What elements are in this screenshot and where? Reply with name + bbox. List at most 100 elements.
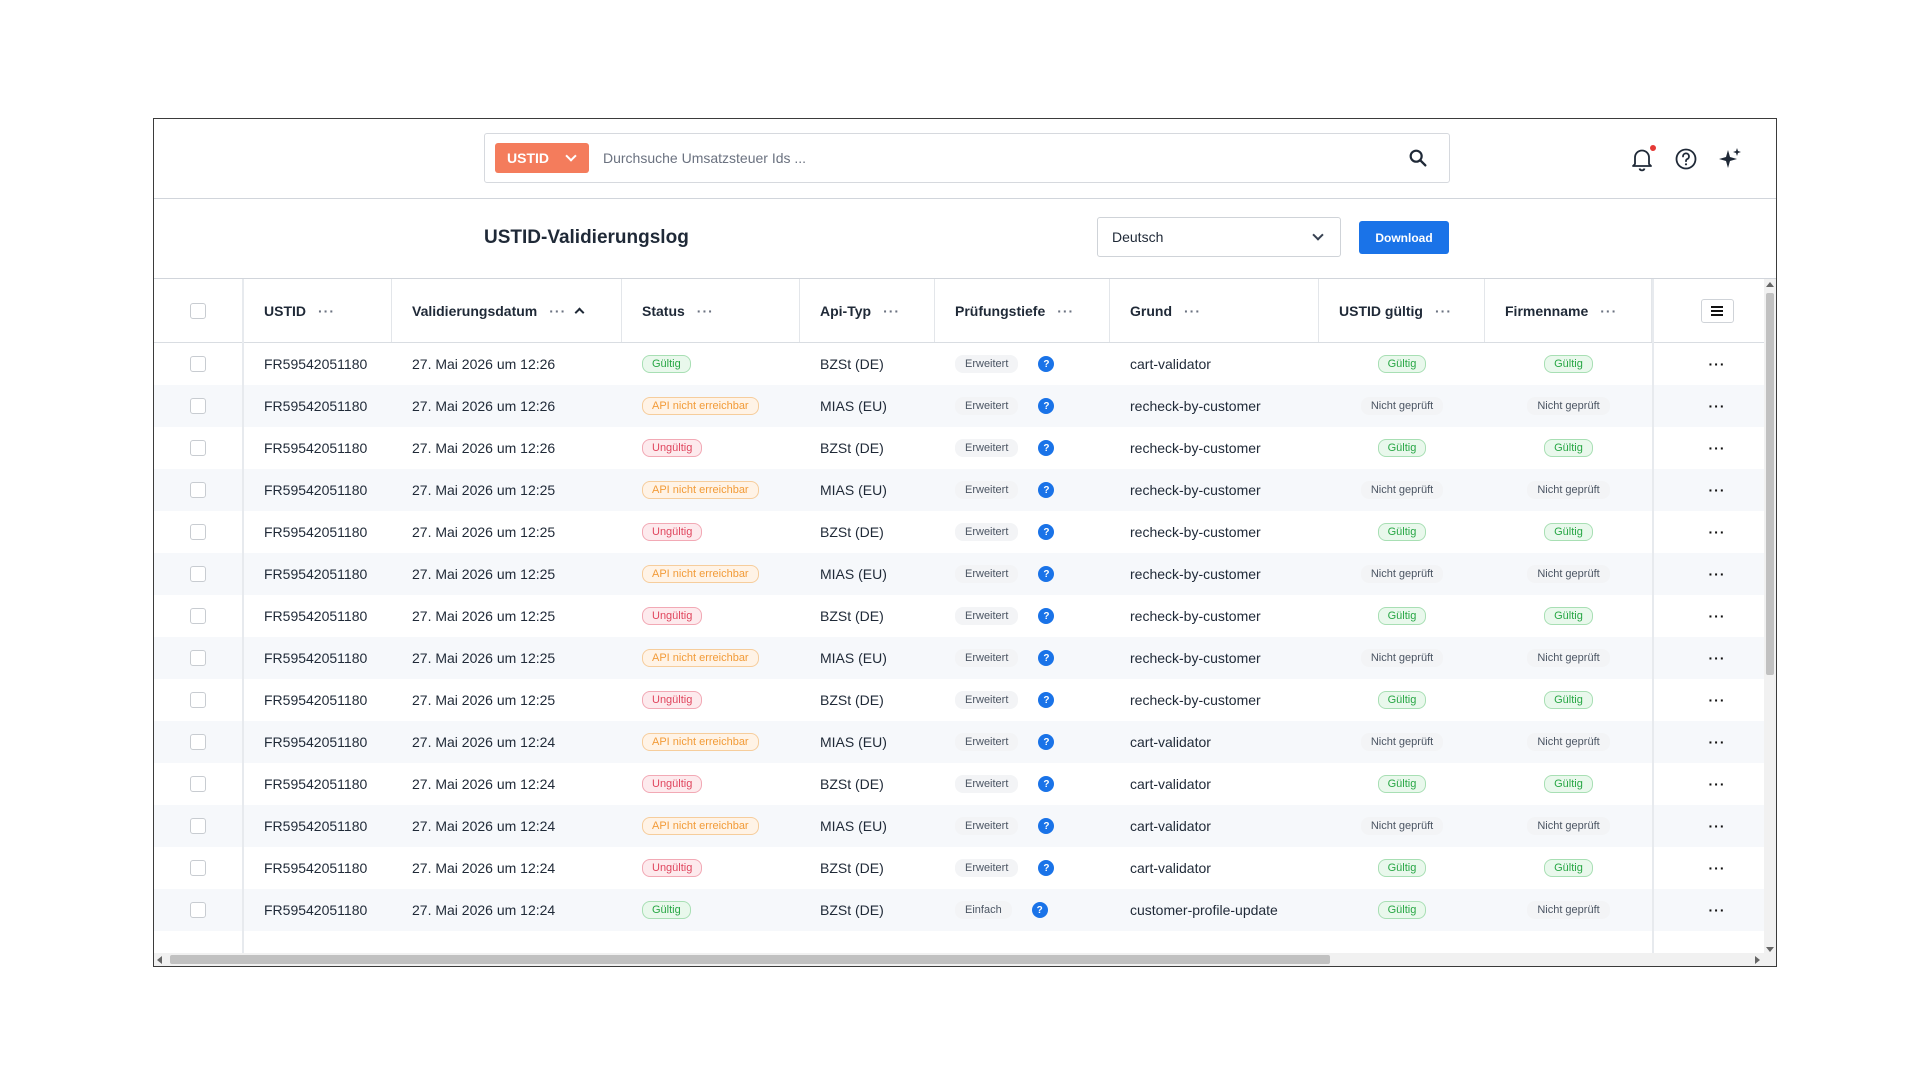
row-checkbox[interactable] <box>190 734 206 750</box>
table-row[interactable]: FR59542051180 27. Mai 2026 um 12:26 Ungült… <box>154 427 1766 469</box>
bell-icon[interactable] <box>1628 145 1656 173</box>
question-icon[interactable]: ? <box>1038 776 1055 792</box>
column-header[interactable]: USTID gültig ··· <box>1319 279 1485 342</box>
table-row[interactable]: FR59542051180 27. Mai 2026 um 12:24 Ungült… <box>154 763 1766 805</box>
horizontal-scroll-thumb[interactable] <box>170 955 1330 964</box>
more-icon[interactable]: ··· <box>1709 776 1726 792</box>
question-icon[interactable]: ? <box>1038 860 1055 876</box>
table-cell: Gültig <box>1319 889 1485 931</box>
column-header[interactable]: Firmenname ··· <box>1485 279 1652 342</box>
table-row[interactable]: FR59542051180 27. Mai 2026 um 12:26 Gültig… <box>154 343 1766 385</box>
column-menu-icon[interactable]: ··· <box>1057 303 1074 319</box>
more-icon[interactable]: ··· <box>1709 524 1726 540</box>
column-header[interactable]: Api-Typ ··· <box>800 279 935 342</box>
row-checkbox[interactable] <box>190 776 206 792</box>
table-cell: Nicht geprüft <box>1319 721 1485 763</box>
table-row[interactable]: FR59542051180 27. Mai 2026 um 12:25 Ungült… <box>154 511 1766 553</box>
row-checkbox[interactable] <box>190 692 206 708</box>
more-icon[interactable]: ··· <box>1709 692 1726 708</box>
scroll-up-icon[interactable] <box>1766 282 1774 287</box>
table-row[interactable]: FR59542051180 27. Mai 2026 um 12:24 API ni… <box>154 721 1766 763</box>
column-menu-icon[interactable]: ··· <box>549 303 566 319</box>
table-cell: MIAS (EU) <box>800 721 935 763</box>
table-row[interactable]: FR59542051180 27. Mai 2026 um 12:25 API ni… <box>154 469 1766 511</box>
column-header[interactable]: Status ··· <box>622 279 800 342</box>
row-checkbox[interactable] <box>190 566 206 582</box>
row-checkbox[interactable] <box>190 482 206 498</box>
vertical-scroll-thumb[interactable] <box>1766 293 1774 675</box>
search-type-select[interactable]: USTID <box>495 143 589 173</box>
table-row[interactable]: FR59542051180 27. Mai 2026 um 12:24 Gültig… <box>154 889 1766 931</box>
download-button[interactable]: Download <box>1359 221 1449 254</box>
row-checkbox[interactable] <box>190 440 206 456</box>
column-header[interactable]: Prüfungstiefe ··· <box>935 279 1110 342</box>
question-icon[interactable]: ? <box>1038 356 1055 372</box>
question-icon[interactable]: ? <box>1038 692 1055 708</box>
question-icon[interactable]: ? <box>1038 440 1055 456</box>
column-menu-icon[interactable]: ··· <box>883 303 900 319</box>
row-checkbox[interactable] <box>190 524 206 540</box>
search-input[interactable] <box>603 144 1383 172</box>
horizontal-scrollbar[interactable] <box>154 953 1776 966</box>
row-checkbox[interactable] <box>190 608 206 624</box>
select-all-checkbox[interactable] <box>190 302 206 319</box>
question-icon[interactable]: ? <box>1038 608 1055 624</box>
table-row[interactable]: FR59542051180 27. Mai 2026 um 12:25 API ni… <box>154 637 1766 679</box>
menu-icon[interactable] <box>1700 298 1734 323</box>
help-icon[interactable] <box>1672 145 1700 173</box>
column-menu-icon[interactable]: ··· <box>1184 303 1201 319</box>
table-cell: BZSt (DE) <box>800 763 935 805</box>
row-checkbox[interactable] <box>190 860 206 876</box>
question-icon[interactable]: ? <box>1038 524 1055 540</box>
table-row[interactable]: FR59542051180 27. Mai 2026 um 12:24 API ni… <box>154 805 1766 847</box>
question-icon[interactable]: ? <box>1038 650 1055 666</box>
table-row[interactable]: FR59542051180 27. Mai 2026 um 12:25 API ni… <box>154 553 1766 595</box>
row-checkbox[interactable] <box>190 650 206 666</box>
row-checkbox[interactable] <box>190 902 206 918</box>
more-icon[interactable]: ··· <box>1709 650 1726 666</box>
question-icon[interactable]: ? <box>1038 818 1055 834</box>
scroll-left-icon[interactable] <box>157 956 162 964</box>
search-icon[interactable] <box>1407 147 1429 169</box>
more-icon[interactable]: ··· <box>1709 902 1726 918</box>
more-icon[interactable]: ··· <box>1709 860 1726 876</box>
scroll-down-icon[interactable] <box>1766 947 1774 952</box>
column-header[interactable]: Grund ··· <box>1110 279 1319 342</box>
row-checkbox[interactable] <box>190 818 206 834</box>
ustid-valid-badge: Nicht geprüft <box>1360 481 1444 499</box>
column-header[interactable]: USTID ··· <box>244 279 392 342</box>
question-icon[interactable]: ? <box>1038 566 1055 582</box>
column-menu-icon[interactable]: ··· <box>1600 303 1617 319</box>
question-icon[interactable]: ? <box>1038 398 1055 414</box>
column-menu-icon[interactable]: ··· <box>697 303 714 319</box>
more-icon[interactable]: ··· <box>1709 356 1726 372</box>
more-icon[interactable]: ··· <box>1709 440 1726 456</box>
row-checkbox[interactable] <box>190 398 206 414</box>
column-header[interactable]: Validierungsdatum ··· <box>392 279 622 342</box>
more-icon[interactable]: ··· <box>1709 734 1726 750</box>
company-name-badge: Gültig <box>1544 775 1593 793</box>
more-icon[interactable]: ··· <box>1709 398 1726 414</box>
question-icon[interactable]: ? <box>1031 902 1048 918</box>
sparkle-icon[interactable] <box>1716 145 1744 173</box>
more-icon[interactable]: ··· <box>1709 818 1726 834</box>
vertical-scrollbar[interactable] <box>1764 279 1776 955</box>
row-checkbox[interactable] <box>190 356 206 372</box>
column-settings-cell <box>1681 279 1753 342</box>
more-icon[interactable]: ··· <box>1709 482 1726 498</box>
table-row[interactable]: FR59542051180 27. Mai 2026 um 12:25 Ungült… <box>154 595 1766 637</box>
column-menu-icon[interactable]: ··· <box>1435 303 1452 319</box>
sort-ascending-icon[interactable] <box>574 307 585 318</box>
table-row[interactable]: FR59542051180 27. Mai 2026 um 12:25 Ungült… <box>154 679 1766 721</box>
table-row[interactable]: FR59542051180 27. Mai 2026 um 12:26 API ni… <box>154 385 1766 427</box>
scroll-right-icon[interactable] <box>1755 956 1760 964</box>
question-icon[interactable]: ? <box>1038 482 1055 498</box>
question-icon[interactable]: ? <box>1038 734 1055 750</box>
api-type: BZSt (DE) <box>820 524 884 540</box>
language-select[interactable]: Deutsch <box>1097 217 1341 257</box>
more-icon[interactable]: ··· <box>1709 608 1726 624</box>
column-menu-icon[interactable]: ··· <box>318 303 335 319</box>
more-icon[interactable]: ··· <box>1709 566 1726 582</box>
table-row[interactable]: FR59542051180 27. Mai 2026 um 12:24 Ungült… <box>154 847 1766 889</box>
validation-date: 27. Mai 2026 um 12:25 <box>412 692 556 708</box>
